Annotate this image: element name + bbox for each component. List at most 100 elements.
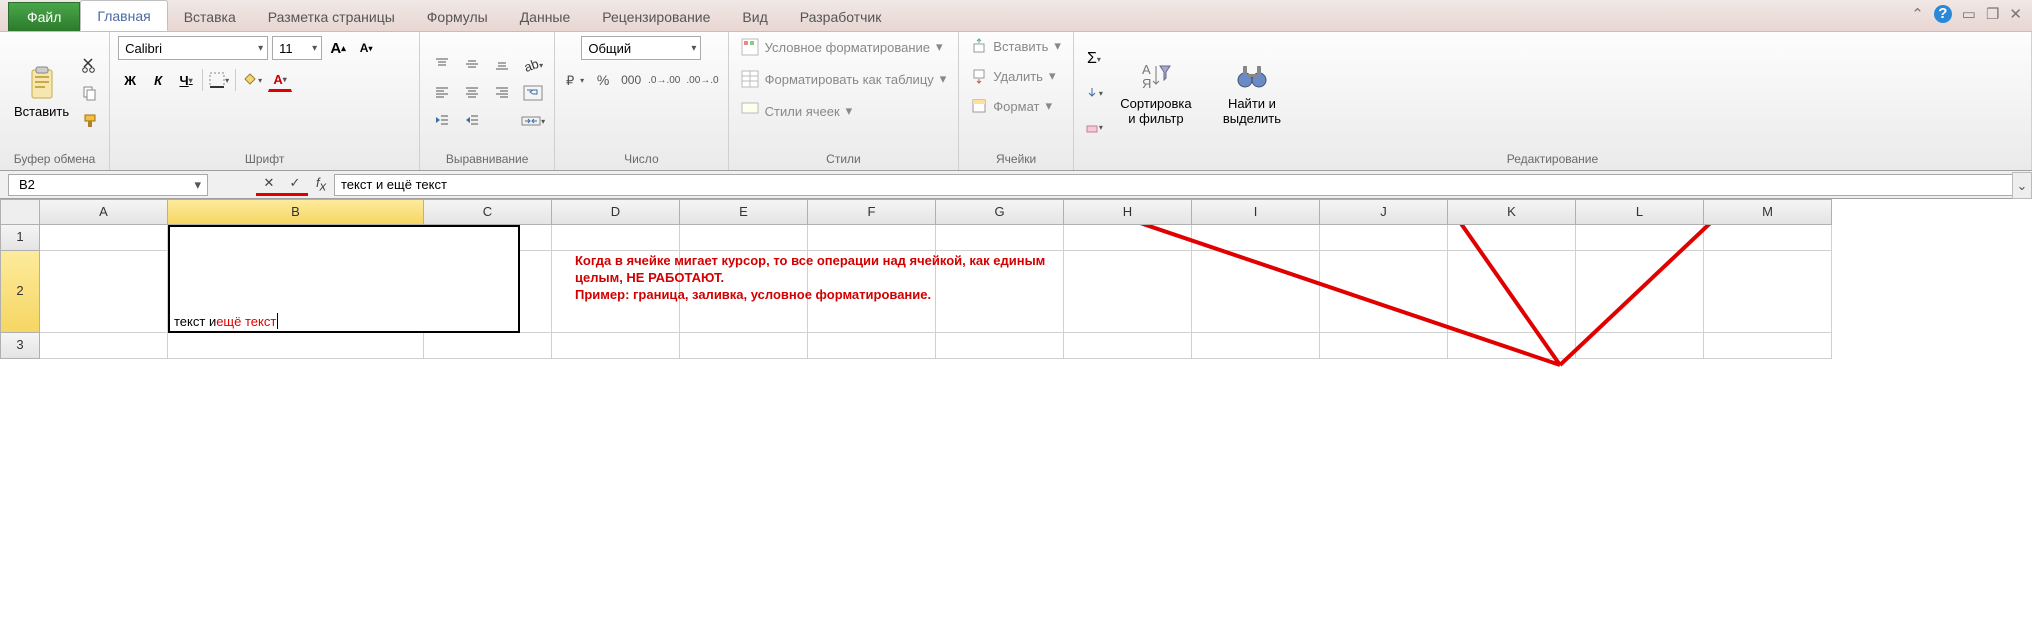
accounting-format-button[interactable]: ₽ bbox=[563, 68, 587, 92]
close-icon[interactable]: ✕ bbox=[2009, 5, 2022, 23]
ribbon: Вставить Буфер обмена Calibri 11 A▴ A▾ Ж… bbox=[0, 31, 2032, 171]
column-header[interactable]: H bbox=[1064, 199, 1192, 225]
column-header[interactable]: M bbox=[1704, 199, 1832, 225]
active-cell-editor[interactable]: текст и ещё текст bbox=[168, 225, 520, 333]
column-header[interactable]: G bbox=[936, 199, 1064, 225]
italic-button[interactable]: К bbox=[146, 68, 170, 92]
orientation-button[interactable]: ab bbox=[520, 53, 546, 77]
insert-function-button[interactable]: fx bbox=[308, 174, 334, 196]
tab-file[interactable]: Файл bbox=[8, 2, 80, 31]
merge-center-button[interactable] bbox=[520, 109, 546, 133]
select-all-corner[interactable] bbox=[0, 199, 40, 225]
align-right-button[interactable] bbox=[488, 80, 516, 104]
clear-button[interactable] bbox=[1082, 115, 1106, 139]
group-number-label: Число bbox=[563, 150, 720, 168]
format-cells-button[interactable]: Формат ▾ bbox=[967, 96, 1056, 116]
align-left-button[interactable] bbox=[428, 80, 456, 104]
cut-button[interactable] bbox=[79, 54, 101, 76]
cancel-edit-button[interactable]: ✕ bbox=[256, 174, 282, 196]
group-cells-label: Ячейки bbox=[967, 150, 1065, 168]
tab-review[interactable]: Рецензирование bbox=[586, 2, 726, 31]
comma-format-button[interactable]: 000 bbox=[619, 68, 643, 92]
column-header[interactable]: A bbox=[40, 199, 168, 225]
tab-page-layout[interactable]: Разметка страницы bbox=[252, 2, 411, 31]
font-color-button[interactable]: A bbox=[268, 68, 292, 92]
decrease-indent-button[interactable] bbox=[428, 108, 456, 132]
decrease-decimal-button[interactable]: .00→.0 bbox=[685, 68, 719, 92]
row-header[interactable]: 2 bbox=[0, 251, 40, 333]
font-size-combo[interactable]: 11 bbox=[272, 36, 322, 60]
column-header[interactable]: J bbox=[1320, 199, 1448, 225]
binoculars-icon bbox=[1236, 60, 1268, 92]
column-header[interactable]: B bbox=[168, 199, 424, 225]
name-box[interactable]: B2 bbox=[8, 174, 208, 196]
align-top-button[interactable] bbox=[428, 52, 456, 76]
clipboard-icon bbox=[26, 68, 58, 100]
border-button[interactable] bbox=[207, 68, 231, 92]
format-painter-button[interactable] bbox=[79, 110, 101, 132]
minimize-ribbon-icon[interactable]: ⌃ bbox=[1911, 5, 1924, 23]
help-icon[interactable]: ? bbox=[1934, 5, 1952, 23]
decrease-font-button[interactable]: A▾ bbox=[354, 36, 378, 60]
tab-view[interactable]: Вид bbox=[726, 2, 783, 31]
tab-insert[interactable]: Вставка bbox=[168, 2, 252, 31]
formula-bar-expand[interactable]: ⌄ bbox=[2012, 172, 2032, 199]
align-bottom-button[interactable] bbox=[488, 52, 516, 76]
group-number: Общий ₽ % 000 .0→.00 .00→.0 Число bbox=[555, 32, 729, 170]
autosum-button[interactable]: Σ bbox=[1082, 47, 1106, 71]
group-align-label: Выравнивание bbox=[428, 150, 546, 168]
wrap-text-button[interactable] bbox=[520, 81, 546, 105]
increase-font-button[interactable]: A▴ bbox=[326, 36, 350, 60]
cell-text-colored: ещё текст bbox=[216, 314, 276, 329]
maximize-icon[interactable]: ❐ bbox=[1986, 5, 1999, 23]
fill-color-button[interactable] bbox=[240, 68, 264, 92]
column-header[interactable]: K bbox=[1448, 199, 1576, 225]
percent-format-button[interactable]: % bbox=[591, 68, 615, 92]
column-header[interactable]: F bbox=[808, 199, 936, 225]
window-controls: ⌃ ? ▭ ❐ ✕ bbox=[1911, 5, 2022, 23]
tab-home[interactable]: Главная bbox=[80, 0, 167, 31]
align-middle-button[interactable] bbox=[458, 52, 486, 76]
delete-cells-button[interactable]: Удалить ▾ bbox=[967, 66, 1059, 86]
column-header[interactable]: I bbox=[1192, 199, 1320, 225]
find-select-label: Найти и выделить bbox=[1212, 96, 1292, 126]
column-header[interactable]: L bbox=[1576, 199, 1704, 225]
format-as-table-button[interactable]: Форматировать как таблицу ▾ bbox=[737, 68, 951, 90]
insert-cells-button[interactable]: Вставить ▾ bbox=[967, 36, 1065, 56]
row-header[interactable]: 3 bbox=[0, 333, 40, 359]
column-header[interactable]: E bbox=[680, 199, 808, 225]
ribbon-tab-bar: Файл Главная Вставка Разметка страницы Ф… bbox=[0, 0, 2032, 31]
sort-filter-icon: АЯ bbox=[1140, 60, 1172, 92]
confirm-edit-button[interactable]: ✓ bbox=[282, 174, 308, 196]
increase-indent-button[interactable] bbox=[458, 108, 486, 132]
annotation-text: Когда в ячейке мигает курсор, то все опе… bbox=[575, 253, 1045, 304]
worksheet-grid[interactable]: A B C D E F G H I J K L M 1 2 3 текст и … bbox=[0, 199, 2032, 359]
svg-text:А: А bbox=[1142, 62, 1151, 77]
increase-decimal-button[interactable]: .0→.00 bbox=[647, 68, 681, 92]
tab-developer[interactable]: Разработчик bbox=[784, 2, 898, 31]
align-center-button[interactable] bbox=[458, 80, 486, 104]
tab-formulas[interactable]: Формулы bbox=[411, 2, 504, 31]
paste-label: Вставить bbox=[14, 104, 69, 119]
number-format-combo[interactable]: Общий bbox=[581, 36, 701, 60]
find-select-button[interactable]: Найти и выделить bbox=[1206, 56, 1298, 130]
fill-button[interactable] bbox=[1082, 81, 1106, 105]
minimize-icon[interactable]: ▭ bbox=[1962, 5, 1976, 23]
conditional-format-button[interactable]: Условное форматирование ▾ bbox=[737, 36, 947, 58]
formula-input[interactable]: текст и ещё текст bbox=[334, 174, 2032, 196]
column-header[interactable]: D bbox=[552, 199, 680, 225]
row-header[interactable]: 1 bbox=[0, 225, 40, 251]
group-font: Calibri 11 A▴ A▾ Ж К Ч A Шрифт bbox=[110, 32, 420, 170]
bold-button[interactable]: Ж bbox=[118, 68, 142, 92]
group-font-label: Шрифт bbox=[118, 150, 411, 168]
text-cursor bbox=[277, 313, 278, 329]
sort-filter-button[interactable]: АЯ Сортировка и фильтр bbox=[1110, 56, 1202, 130]
underline-button[interactable]: Ч bbox=[174, 68, 198, 92]
paste-button[interactable]: Вставить bbox=[8, 64, 75, 123]
tab-data[interactable]: Данные bbox=[504, 2, 587, 31]
group-editing: Σ АЯ Сортировка и фильтр Найти и выделит… bbox=[1074, 32, 2032, 170]
cell-styles-button[interactable]: Стили ячеек ▾ bbox=[737, 100, 857, 122]
font-name-combo[interactable]: Calibri bbox=[118, 36, 268, 60]
column-header[interactable]: C bbox=[424, 199, 552, 225]
copy-button[interactable] bbox=[79, 82, 101, 104]
